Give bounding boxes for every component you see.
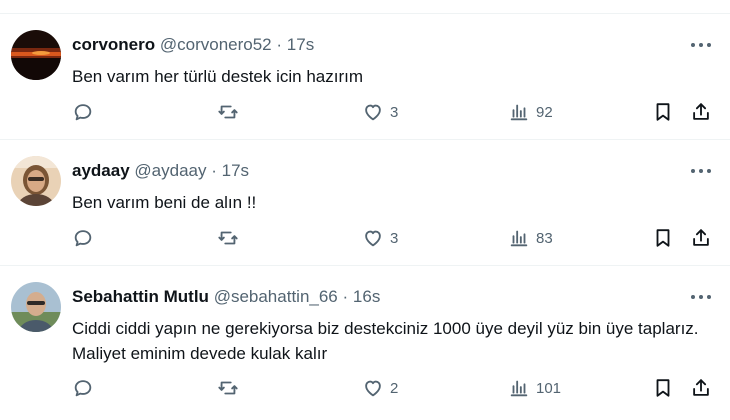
separator: · [342, 287, 349, 306]
like-count: 3 [390, 229, 399, 247]
timestamp[interactable]: 16s [353, 287, 380, 306]
timestamp[interactable]: 17s [222, 161, 249, 180]
tweet-header: Sebahattin Mutlu @sebahattin_66 · 16s [72, 286, 380, 308]
tweet-header: corvonero @corvonero52 · 17s [72, 34, 314, 56]
action-bar: 3 83 [72, 226, 722, 250]
action-bar: 2 101 [72, 376, 722, 400]
like-count: 3 [390, 103, 399, 121]
views-button[interactable]: 101 [508, 376, 561, 400]
tweet[interactable]: aydaay @aydaay · 17s Ben varım beni de a… [0, 140, 730, 266]
user-handle[interactable]: @aydaay [134, 161, 206, 180]
bookmark-button[interactable] [652, 100, 674, 124]
display-name[interactable]: Sebahattin Mutlu [72, 287, 209, 306]
retweet-button[interactable] [217, 376, 239, 400]
retweet-button[interactable] [217, 100, 239, 124]
views-icon [510, 230, 528, 247]
separator: · [211, 161, 217, 180]
share-icon [693, 229, 709, 246]
tweet-header: aydaay @aydaay · 17s [72, 160, 249, 182]
user-handle[interactable]: @corvonero52 [160, 35, 272, 54]
retweet-icon [218, 105, 238, 119]
share-button[interactable] [690, 100, 712, 124]
avatar[interactable] [11, 282, 61, 332]
like-icon [365, 230, 381, 247]
view-count: 92 [536, 103, 553, 121]
more-icon[interactable] [690, 36, 712, 52]
bookmark-icon [656, 103, 670, 121]
avatar[interactable] [11, 156, 61, 206]
more-icon[interactable] [690, 162, 712, 178]
tweet-text: Ben varım beni de alın !! [72, 193, 257, 212]
tweet-text: Ciddi ciddi yapın ne gerekiyorsa biz des… [72, 319, 699, 363]
retweet-button[interactable] [217, 226, 239, 250]
views-button[interactable]: 83 [508, 226, 553, 250]
views-button[interactable]: 92 [508, 100, 553, 124]
action-bar: 3 92 [72, 100, 722, 124]
tweet[interactable]: Sebahattin Mutlu @sebahattin_66 · 16s Ci… [0, 266, 730, 420]
like-icon [365, 104, 381, 121]
like-button[interactable]: 2 [362, 376, 398, 400]
share-button[interactable] [690, 376, 712, 400]
tweet-text: Ben varım her türlü destek icin hazırım [72, 67, 364, 86]
view-count: 101 [536, 379, 562, 397]
reply-button[interactable] [72, 100, 94, 124]
share-button[interactable] [690, 226, 712, 250]
timestamp[interactable]: 17s [287, 35, 314, 54]
more-icon[interactable] [690, 288, 712, 304]
like-icon [365, 380, 381, 397]
retweet-icon [218, 381, 238, 395]
display-name[interactable]: aydaay [72, 161, 130, 180]
like-count: 2 [390, 379, 399, 397]
reply-button[interactable] [72, 226, 94, 250]
share-icon [693, 379, 709, 396]
user-handle[interactable]: @sebahattin_66 [214, 287, 338, 306]
bookmark-button[interactable] [652, 226, 674, 250]
reply-feed: corvonero @corvonero52 · 17s Ben varım h… [0, 0, 730, 420]
avatar[interactable] [11, 30, 61, 80]
like-button[interactable]: 3 [362, 226, 398, 250]
share-icon [693, 103, 709, 120]
separator: · [276, 35, 283, 54]
bookmark-button[interactable] [652, 376, 674, 400]
views-icon [510, 380, 528, 397]
bookmark-icon [656, 379, 670, 397]
display-name[interactable]: corvonero [72, 35, 155, 54]
reply-icon [74, 380, 92, 397]
view-count: 83 [536, 229, 553, 247]
retweet-icon [218, 231, 238, 245]
bookmark-icon [656, 229, 670, 247]
reply-icon [74, 104, 92, 121]
reply-icon [74, 230, 92, 247]
like-button[interactable]: 3 [362, 100, 398, 124]
views-icon [510, 104, 528, 121]
reply-button[interactable] [72, 376, 94, 400]
tweet[interactable]: corvonero @corvonero52 · 17s Ben varım h… [0, 14, 730, 140]
